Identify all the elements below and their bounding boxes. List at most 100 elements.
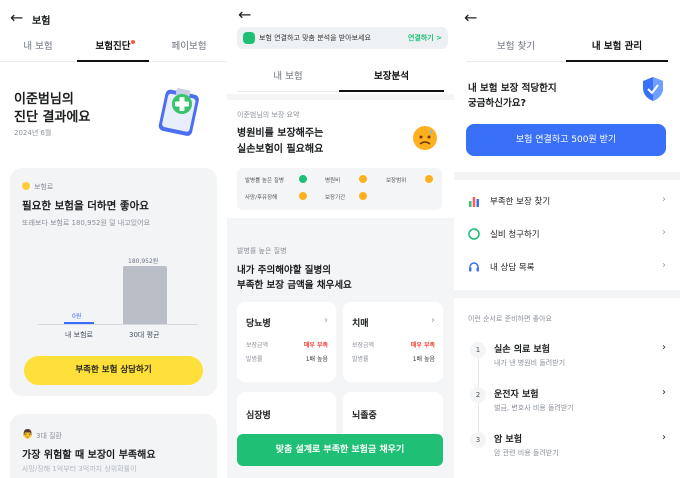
consult-button[interactable]: 부족한 보험 상담하기 [24,356,203,385]
refresh-icon [468,228,480,240]
warning-icon [359,192,367,200]
step-subtitle: 내가 낸 병원비 돌려받기 [494,359,566,367]
chart-baseline [38,324,198,325]
status-label: 사망/후유장해 [245,195,278,201]
step-item[interactable]: 3 암 보험 암 관련 비용 돌려받기 › [454,428,680,462]
section-divider [454,172,680,180]
page-title: 보험 [32,16,51,27]
new-badge-dot [131,40,135,44]
tab-find-insurance[interactable]: 보험 찾기 [466,36,566,62]
tab-manage-insurance[interactable]: 내 보험 관리 [566,36,668,62]
status-label: 병원비 [325,178,341,184]
tab-bar: 보험 찾기 내 보험 관리 [466,36,668,62]
menu-label: 부족한 보장 찾기 [490,197,551,207]
section-title-line-1: 내가 주의해야할 질병의 [237,265,332,276]
step-item[interactable]: 1 실손 의료 보험 내가 낸 병원비 돌려받기 › [454,338,680,372]
rate-value: 1배 높음 [412,356,435,363]
insurance-diagnosis-screen: ← 보험 내 보험 보험진단 페이보험 이준범님의 진단 결과에요 2024년 … [0,0,227,478]
bar-mine-value: 0원 [72,313,82,320]
step-subtitle: 암 관련 비용 돌려받기 [494,449,559,457]
connect-banner[interactable]: 보험 연결하고 맞춤 분석을 받아보세요 연결하기 > [237,27,448,49]
cta-button[interactable]: 맞춤 설계로 부족한 보험금 채우기 [237,434,443,466]
chevron-right-icon: › [431,315,435,326]
chevron-right-icon: › [662,342,666,353]
bar-mine [64,322,94,324]
person-icon: 👨 [22,430,34,440]
menu-item-coverage-gap[interactable]: 부족한 보장 찾기 › [454,187,680,217]
question-line-1: 내 보험 보장 적당한지 [468,83,557,94]
worried-face-icon [413,126,437,150]
step-title: 실손 의료 보험 [494,345,550,355]
chevron-right-icon: › [662,194,666,205]
card-tag: 3대 질환 [36,432,62,440]
tab-my-insurance[interactable]: 내 보험 [237,66,339,92]
disease-card-dementia[interactable]: 치매 › 보장금액 매우 부족 발병률 1배 높음 [343,302,443,382]
bar-average [123,266,167,324]
banner-text: 보험 연결하고 맞춤 분석을 받아보세요 [259,34,371,42]
summary-title-line-2: 실손보험이 필요해요 [237,144,324,155]
step-subtitle: 벌금, 변호사 비용 돌려받기 [494,404,574,412]
disease-name: 당뇨병 [246,319,271,329]
menu-item-claim[interactable]: 실비 청구하기 › [454,220,680,250]
arrow-left-icon[interactable]: ← [10,10,23,26]
tab-my-insurance[interactable]: 내 보험 [8,36,68,62]
disease-name: 뇌졸중 [352,411,377,421]
tab-bar: 내 보험 보장분석 [237,66,444,92]
headset-icon [469,262,479,272]
tab-pay-insurance[interactable]: 페이보험 [158,36,220,62]
arrow-left-icon[interactable]: ← [464,10,477,26]
check-icon [299,175,307,183]
bar-average-label: 30대 평균 [129,331,160,339]
chevron-right-icon: › [662,227,666,238]
steps-label: 이런 순서로 준비하면 좋아요 [468,315,552,323]
hero-date: 2024년 6월 [14,129,52,137]
tab-coverage-analysis[interactable]: 보장분석 [339,66,444,92]
menu-item-consultations[interactable]: 내 상담 목록 › [454,253,680,283]
wallet-icon [243,32,255,44]
step-item[interactable]: 2 운전자 보험 벌금, 변호사 비용 돌려받기 › [454,383,680,417]
summary-section: 이준범님의 보장 요약 병원비를 보장해주는 실손보험이 필요해요 발병률 높은… [227,100,454,218]
warning-icon [299,192,307,200]
status-label: 보장기간 [325,195,346,201]
step-number: 3 [470,432,486,448]
chevron-right-icon: › [662,260,666,271]
status-box: 발병률 높은 질병 병원비 보장범위 사망/후유장해 보장기간 [237,168,442,210]
card-title: 가장 위험할 때 보장이 부족해요 [22,450,156,461]
chevron-right-icon: › [324,315,328,326]
card-subtitle: 사망/장해 1억부터 3억까지 상위확률이 [22,465,137,473]
chevron-right-icon: › [662,387,666,398]
section-label: 발병률 높은 질병 [237,247,287,255]
step-number: 1 [470,342,486,358]
card-title: 필요한 보험을 더하면 좋아요 [22,200,149,212]
menu-label: 실비 청구하기 [490,230,540,240]
bar-avg-value: 180,952원 [128,258,159,265]
card-subtitle: 또래보다 보험료 180,952원 덜 내고있어요 [22,219,151,227]
bar-mine-label: 내 보험료 [65,331,93,339]
disease-card-diabetes[interactable]: 당뇨병 › 보장금액 매우 부족 발병률 1배 높음 [237,302,336,382]
warning-icon [359,175,367,183]
banner-connect-link[interactable]: 연결하기 > [408,33,442,43]
coverage-value: 매우 부족 [410,342,435,349]
summary-label: 이준범님의 보장 요약 [237,111,300,119]
coverage-analysis-screen: ← 보험 연결하고 맞춤 분석을 받아보세요 연결하기 > 내 보험 보장분석 … [227,0,454,478]
tab-bar: 내 보험 보험진단 페이보험 [0,36,227,62]
tab-diagnosis[interactable]: 보험진단 [77,36,149,62]
rate-key: 발병률 [246,356,263,363]
rate-value: 1배 높음 [305,356,328,363]
disease-name: 치매 [352,319,369,329]
coin-icon [22,182,30,190]
hero-title-line-1: 이준범님의 [14,92,74,107]
question-line-2: 궁금하신가요? [468,98,526,109]
coverage-key: 보장금액 [246,342,269,349]
hero-title-line-2: 진단 결과에요 [14,110,91,125]
clipboard-plus-icon [158,88,199,136]
disease-card: 👨 3대 질환 가장 위험할 때 보장이 부족해요 사망/장해 1억부터 3억까… [10,414,217,478]
status-label: 발병률 높은 질병 [245,178,284,184]
rate-key: 발병률 [352,356,369,363]
arrow-left-icon[interactable]: ← [238,7,251,23]
connect-insurance-button[interactable]: 보험 연결하고 500원 받기 [466,124,666,156]
shield-check-icon [643,77,663,101]
menu-label: 내 상담 목록 [490,263,535,273]
status-label: 보장범위 [386,178,407,184]
premium-card: 보험료 필요한 보험을 더하면 좋아요 또래보다 보험료 180,952원 덜 … [10,168,217,396]
